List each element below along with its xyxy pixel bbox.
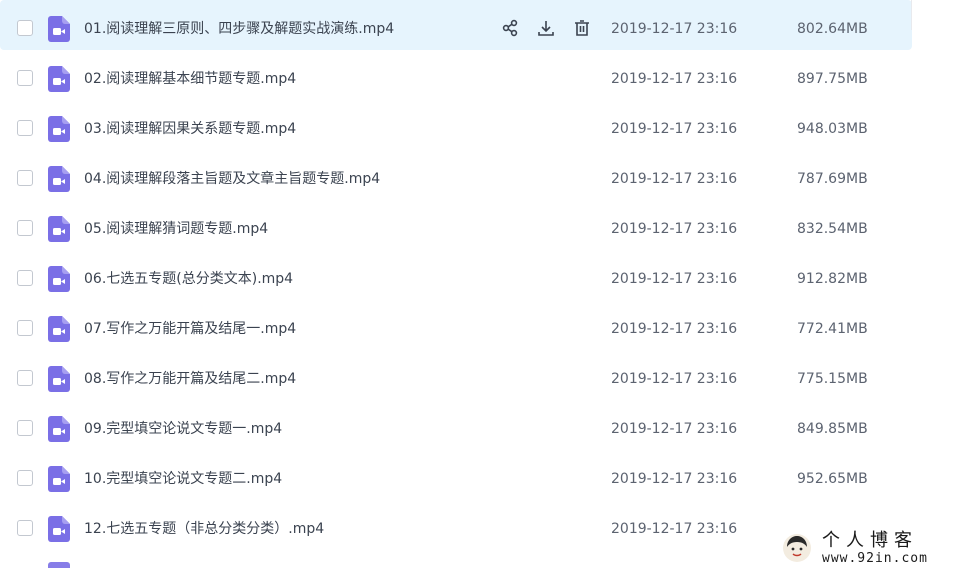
- row-checkbox[interactable]: [17, 120, 33, 136]
- file-name[interactable]: 07.写作之万能开篇及结尾一.mp4: [84, 300, 296, 350]
- file-name[interactable]: 12.七选五专题（非总分类分类）.mp4: [84, 500, 324, 550]
- file-row[interactable]: 06.七选五专题(总分类文本).mp4 2019-12-17 23:16 912…: [0, 250, 912, 300]
- file-name[interactable]: 08.写作之万能开篇及结尾二.mp4: [84, 350, 296, 400]
- file-name[interactable]: 06.七选五专题(总分类文本).mp4: [84, 250, 293, 300]
- file-name[interactable]: 01.阅读理解三原则、四步骤及解题实战演练.mp4: [84, 0, 394, 50]
- row-checkbox[interactable]: [17, 20, 33, 36]
- row-checkbox[interactable]: [17, 70, 33, 86]
- download-icon[interactable]: [536, 18, 556, 38]
- file-name[interactable]: 03.阅读理解因果关系题专题.mp4: [84, 100, 296, 150]
- file-row[interactable]: 01.阅读理解三原则、四步骤及解题实战演练.mp4 2019-12-17 23:…: [0, 0, 912, 50]
- row-actions: [500, 18, 592, 38]
- video-file-icon: [48, 216, 70, 242]
- file-row[interactable]: 09.完型填空论说文专题一.mp4 2019-12-17 23:16 849.8…: [0, 400, 912, 450]
- list-edge: [911, 0, 912, 30]
- video-file-icon: [48, 116, 70, 142]
- video-file-icon: [48, 266, 70, 292]
- avatar-icon: [783, 534, 811, 562]
- file-name[interactable]: 10.完型填空论说文专题二.mp4: [84, 450, 282, 500]
- video-file-icon: [48, 66, 70, 92]
- row-checkbox[interactable]: [17, 220, 33, 236]
- video-file-icon: [48, 366, 70, 392]
- video-file-icon: [48, 516, 70, 542]
- file-name[interactable]: 05.阅读理解猜词题专题.mp4: [84, 200, 268, 250]
- file-name[interactable]: 09.完型填空论说文专题一.mp4: [84, 400, 282, 450]
- row-checkbox[interactable]: [17, 170, 33, 186]
- video-file-icon: [48, 16, 70, 42]
- row-checkbox[interactable]: [17, 420, 33, 436]
- video-file-icon: [48, 466, 70, 492]
- file-row[interactable]: 10.完型填空论说文专题二.mp4 2019-12-17 23:16 952.6…: [0, 450, 912, 500]
- file-date: 2019-12-17 23:16: [611, 521, 738, 537]
- file-row[interactable]: 02.阅读理解基本细节题专题.mp4 2019-12-17 23:16 897.…: [0, 50, 912, 100]
- file-row[interactable]: 12.七选五专题（非总分类分类）.mp4 2019-12-17 23:16: [0, 500, 912, 550]
- video-file-icon: [48, 416, 70, 442]
- file-row[interactable]: 07.写作之万能开篇及结尾一.mp4 2019-12-17 23:16 772.…: [0, 300, 912, 350]
- video-file-icon: [48, 316, 70, 342]
- row-checkbox[interactable]: [17, 370, 33, 386]
- watermark-url: www.92in.com: [822, 550, 928, 566]
- file-row[interactable]: 08.写作之万能开篇及结尾二.mp4 2019-12-17 23:16 775.…: [0, 350, 912, 400]
- watermark-title: 个人博客: [822, 529, 918, 551]
- share-icon[interactable]: [500, 18, 520, 38]
- file-name[interactable]: 02.阅读理解基本细节题专题.mp4: [84, 50, 296, 100]
- row-checkbox[interactable]: [17, 320, 33, 336]
- row-checkbox[interactable]: [17, 520, 33, 536]
- file-row[interactable]: 05.阅读理解猜词题专题.mp4 2019-12-17 23:16 832.54…: [0, 200, 912, 250]
- trash-icon[interactable]: [572, 18, 592, 38]
- file-row[interactable]: 03.阅读理解因果关系题专题.mp4 2019-12-17 23:16 948.…: [0, 100, 912, 150]
- row-checkbox[interactable]: [17, 270, 33, 286]
- file-name[interactable]: 04.阅读理解段落主旨题及文章主旨题专题.mp4: [84, 150, 380, 200]
- file-list: 01.阅读理解三原则、四步骤及解题实战演练.mp4 2019-12-17 23:…: [0, 0, 912, 550]
- file-row[interactable]: 04.阅读理解段落主旨题及文章主旨题专题.mp4 2019-12-17 23:1…: [0, 150, 912, 200]
- video-file-icon: [48, 562, 70, 568]
- watermark: 个人博客 www.92in.com: [778, 528, 972, 568]
- row-checkbox[interactable]: [17, 470, 33, 486]
- video-file-icon: [48, 166, 70, 192]
